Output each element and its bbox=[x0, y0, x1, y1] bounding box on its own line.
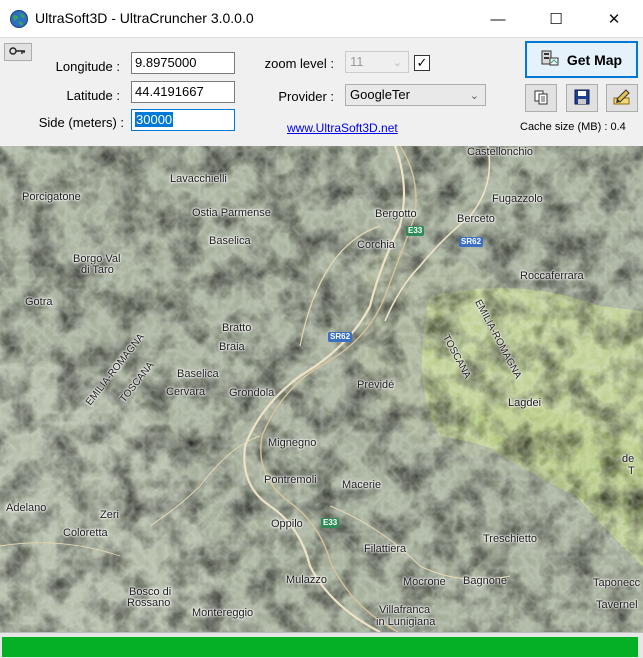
map-place-label: Previdé bbox=[357, 379, 395, 391]
progress-bar-fill bbox=[2, 637, 638, 657]
map-place-label: Taponecc bbox=[593, 577, 641, 589]
minimize-icon: — bbox=[490, 10, 506, 28]
map-place-label: Rossano bbox=[127, 597, 171, 609]
map-place-label: Macerie bbox=[342, 479, 382, 491]
get-map-label: Get Map bbox=[566, 51, 623, 68]
map-place-label: di Taro bbox=[81, 264, 114, 276]
map-place-label: Roccaferrara bbox=[520, 270, 584, 282]
map-place-label: Mocrone bbox=[403, 576, 446, 588]
map-place-label: Coloretta bbox=[63, 527, 108, 539]
map-place-label: Tavernel bbox=[596, 599, 638, 611]
map-place-label: Bergotto bbox=[375, 208, 417, 220]
road-shield: E33 bbox=[406, 226, 425, 236]
map-place-label: Oppilo bbox=[271, 518, 303, 530]
map-view[interactable]: Castellonchio Porcigatone Lavacchielli F… bbox=[0, 146, 643, 632]
road-shield: SR62 bbox=[328, 332, 353, 342]
key-button[interactable] bbox=[4, 43, 32, 61]
zoom-level-value: 11 bbox=[350, 54, 364, 69]
close-icon: ✕ bbox=[607, 11, 621, 28]
edit-button[interactable] bbox=[606, 84, 638, 112]
provider-label: Provider : bbox=[278, 89, 334, 104]
map-place-label: Bratto bbox=[222, 322, 252, 334]
map-place-label: Baselica bbox=[177, 368, 219, 380]
save-button[interactable] bbox=[566, 84, 598, 112]
map-place-label: Fugazzolo bbox=[492, 193, 543, 205]
map-place-label: Lagdei bbox=[508, 397, 542, 409]
minimize-button[interactable]: — bbox=[469, 0, 527, 38]
map-place-label: T bbox=[628, 465, 635, 477]
map-place-label: Lavacchielli bbox=[170, 173, 227, 185]
provider-select[interactable]: GoogleTer ⌄ bbox=[345, 84, 486, 106]
longitude-field[interactable]: 9.8975000 bbox=[131, 52, 235, 74]
map-place-label: Gotra bbox=[25, 296, 53, 308]
zoom-level-checkbox[interactable]: ✓ bbox=[414, 55, 430, 71]
progress-bar bbox=[0, 632, 643, 658]
globe-icon bbox=[9, 9, 29, 29]
side-field[interactable]: 30000 bbox=[131, 109, 235, 131]
zoom-level-label: zoom level : bbox=[264, 56, 334, 71]
longitude-label: Longitude : bbox=[55, 59, 120, 74]
latitude-field[interactable]: 44.4191667 bbox=[131, 81, 235, 103]
map-place-label: Montereggio bbox=[192, 607, 254, 619]
zoom-level-select[interactable]: 11 ⌄ bbox=[345, 51, 409, 73]
map-place-label: Adelano bbox=[6, 502, 47, 514]
controls-panel: Longitude : 9.8975000 Latitude : 44.4191… bbox=[0, 38, 643, 146]
map-place-label: Pontremoli bbox=[264, 474, 317, 486]
map-place-label: Bagnone bbox=[463, 575, 508, 587]
latitude-label: Latitude : bbox=[66, 88, 121, 103]
map-place-label: Treschietto bbox=[483, 533, 538, 545]
get-map-button[interactable]: Get Map bbox=[525, 41, 638, 78]
map-place-label: in Lunigiana bbox=[376, 616, 436, 628]
map-place-label: Braia bbox=[219, 341, 245, 353]
copy-icon bbox=[533, 89, 549, 108]
map-server-icon bbox=[541, 49, 559, 70]
map-place-label: Mulazzo bbox=[286, 574, 327, 586]
map-place-label: Mignegno bbox=[268, 437, 317, 449]
chevron-down-icon: ⌄ bbox=[469, 90, 479, 102]
title-bar: UltraSoft3D - UltraCruncher 3.0.0.0 — ☐ … bbox=[0, 0, 643, 38]
map-place-label: Zeri bbox=[100, 509, 119, 521]
maximize-icon: ☐ bbox=[549, 11, 563, 28]
close-button[interactable]: ✕ bbox=[585, 0, 643, 38]
road-shield: E33 bbox=[321, 518, 340, 528]
window-title: UltraSoft3D - UltraCruncher 3.0.0.0 bbox=[35, 10, 254, 26]
map-place-label: Corchia bbox=[357, 239, 395, 251]
side-label: Side (meters) : bbox=[38, 115, 124, 130]
website-link[interactable]: www.UltraSoft3D.net bbox=[287, 121, 398, 135]
map-place-label: de bbox=[622, 453, 635, 465]
chevron-down-icon: ⌄ bbox=[392, 57, 402, 69]
map-place-label: Grondola bbox=[229, 387, 275, 399]
road-shield: SR62 bbox=[459, 237, 484, 247]
edit-icon bbox=[613, 88, 631, 108]
side-field-value: 30000 bbox=[135, 112, 174, 127]
save-icon bbox=[574, 89, 590, 108]
map-place-label: Baselica bbox=[209, 235, 251, 247]
cache-size-label: Cache size (MB) : 0.4 bbox=[520, 121, 626, 133]
map-place-label: Castellonchio bbox=[467, 146, 534, 158]
map-place-label: Villafranca bbox=[379, 604, 431, 616]
copy-button[interactable] bbox=[525, 84, 557, 112]
map-place-label: Porcigatone bbox=[22, 191, 81, 203]
provider-value: GoogleTer bbox=[350, 87, 410, 102]
maximize-button[interactable]: ☐ bbox=[527, 0, 585, 38]
map-place-label: Ostia Parmense bbox=[192, 207, 271, 219]
key-icon bbox=[9, 45, 27, 59]
map-place-label: Berceto bbox=[457, 213, 495, 225]
map-place-label: Filattiera bbox=[364, 543, 407, 555]
map-place-label: Cervara bbox=[166, 386, 206, 398]
